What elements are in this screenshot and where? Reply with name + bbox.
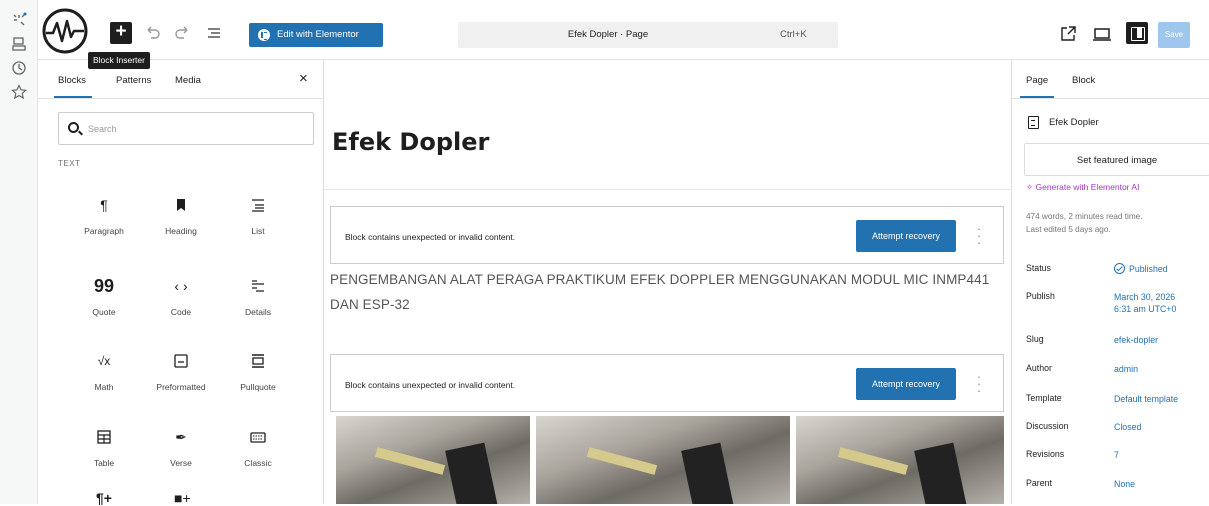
block-math[interactable]: √x Math	[66, 350, 142, 410]
block-list[interactable]: List	[220, 194, 296, 254]
invalid-block-warning: Block contains unexpected or invalid con…	[330, 206, 1004, 264]
classic-icon	[220, 426, 296, 448]
block-heading[interactable]: Heading	[143, 194, 219, 254]
document-overview-icon[interactable]	[205, 24, 223, 42]
elementor-icon	[258, 29, 270, 41]
command-palette-bar[interactable]: Efek Dopler · Page Ctrl+K	[458, 22, 838, 48]
save-button[interactable]: Save	[1158, 22, 1190, 48]
block-paragraph[interactable]: ¶ Paragraph	[66, 194, 142, 254]
tab-patterns[interactable]: Patterns	[116, 75, 151, 86]
block-inserter-button[interactable]: +	[110, 22, 132, 44]
device-preview-icon[interactable]	[1092, 24, 1112, 44]
more-options-icon[interactable]: · · ·	[976, 222, 982, 249]
preformatted-icon	[143, 350, 219, 372]
settings-sidebar: Page Block Efek Dopler Set featured imag…	[1011, 60, 1209, 504]
post-meta: 474 words, 2 minutes read time. Last edi…	[1026, 210, 1143, 236]
block-table[interactable]: Table	[66, 426, 142, 486]
site-icon[interactable]	[11, 12, 27, 28]
discussion-value[interactable]: Closed	[1114, 421, 1141, 433]
search-placeholder: Search	[88, 124, 117, 134]
block-preformatted[interactable]: Preformatted	[143, 350, 219, 410]
last-edited: Last edited 5 days ago.	[1026, 225, 1111, 234]
block-pullquote[interactable]: Pullquote	[220, 350, 296, 410]
quote-icon: 99	[93, 276, 115, 296]
published-check-icon	[1114, 263, 1125, 274]
gallery-image-2[interactable]	[536, 416, 790, 504]
editor-header: + Block Inserter Edit with Elementor Efe…	[38, 0, 1209, 69]
verse-icon: ✒	[175, 429, 187, 445]
post-title[interactable]: Efek Dopler	[332, 128, 489, 156]
author-value[interactable]: admin	[1114, 363, 1138, 375]
gallery-image-1[interactable]	[336, 416, 530, 504]
block-classic[interactable]: Classic	[220, 426, 296, 486]
block-inserter-panel: Blocks Patterns Media × Search TEXT ¶ Pa…	[38, 60, 324, 506]
sidebar-tabs: Page Block	[1012, 60, 1209, 99]
block-details[interactable]: Details	[220, 275, 296, 335]
slug-value[interactable]: efek-dopler	[1114, 334, 1158, 346]
set-featured-image-button[interactable]: Set featured image	[1024, 143, 1209, 176]
page-icon	[1028, 116, 1039, 129]
inserter-tabs: Blocks Patterns Media ×	[38, 60, 324, 99]
gallery-image-3[interactable]	[796, 416, 1004, 504]
paragraph-block[interactable]: PENGEMBANGAN ALAT PERAGA PRAKTIKUM EFEK …	[330, 267, 1010, 317]
publish-date[interactable]: March 30, 2026 6:31 am UTC+0	[1114, 291, 1176, 315]
generate-with-elementor-ai-link[interactable]: ✧ Generate with Elementor AI	[1026, 182, 1139, 193]
shortcut-hint: Ctrl+K	[780, 29, 807, 40]
attempt-recovery-button[interactable]: Attempt recovery	[856, 368, 956, 400]
status-value[interactable]: Published	[1114, 263, 1168, 275]
editor-canvas: Efek Dopler Block contains unexpected or…	[324, 60, 1011, 504]
tab-blocks[interactable]: Blocks	[54, 75, 92, 98]
word-count: 474 words, 2 minutes read time.	[1026, 212, 1143, 221]
paragraph-icon: ¶	[100, 197, 108, 213]
invalid-message: Block contains unexpected or invalid con…	[345, 232, 516, 242]
invalid-block-warning-2: Block contains unexpected or invalid con…	[330, 354, 1004, 412]
code-icon: ‹ ›	[174, 278, 188, 294]
undo-icon[interactable]	[143, 24, 161, 42]
title-area: Efek Dopler	[324, 60, 1011, 190]
revisions-value[interactable]: 7	[1114, 449, 1119, 461]
attempt-recovery-button[interactable]: Attempt recovery	[856, 220, 956, 252]
details-icon	[220, 275, 296, 297]
clock-icon[interactable]	[11, 60, 27, 76]
heading-icon	[143, 194, 219, 216]
invalid-message: Block contains unexpected or invalid con…	[345, 380, 516, 390]
search-icon	[68, 122, 79, 133]
redo-icon[interactable]	[174, 24, 192, 42]
edit-with-elementor-button[interactable]: Edit with Elementor	[249, 23, 383, 47]
tab-media[interactable]: Media	[175, 75, 201, 86]
category-heading: TEXT	[58, 159, 81, 168]
inserter-tooltip: Block Inserter	[88, 52, 150, 69]
tab-page[interactable]: Page	[1019, 75, 1055, 98]
block-search-input[interactable]: Search	[58, 112, 314, 145]
table-icon	[66, 426, 142, 448]
block-code[interactable]: ‹ › Code	[143, 275, 219, 335]
star-icon[interactable]	[11, 84, 27, 100]
block-quote[interactable]: 99 Quote	[66, 275, 142, 335]
more-options-icon[interactable]: · · ·	[976, 370, 982, 397]
template-value[interactable]: Default template	[1114, 393, 1178, 405]
parent-value[interactable]: None	[1114, 478, 1135, 490]
document-title: Efek Dopler · Page	[567, 29, 649, 40]
pages-icon[interactable]	[11, 36, 27, 52]
close-icon[interactable]: ×	[299, 70, 308, 87]
block-verse[interactable]: ✒ Verse	[143, 426, 219, 486]
list-icon	[220, 194, 296, 216]
site-logo-icon[interactable]	[40, 6, 90, 56]
settings-sidebar-toggle[interactable]	[1126, 22, 1148, 44]
admin-rail	[0, 0, 38, 504]
tab-block[interactable]: Block	[1072, 75, 1095, 86]
pullquote-icon	[220, 350, 296, 372]
math-icon: √x	[97, 354, 111, 368]
view-page-icon[interactable]	[1058, 24, 1078, 44]
document-name: Efek Dopler	[1049, 117, 1099, 128]
